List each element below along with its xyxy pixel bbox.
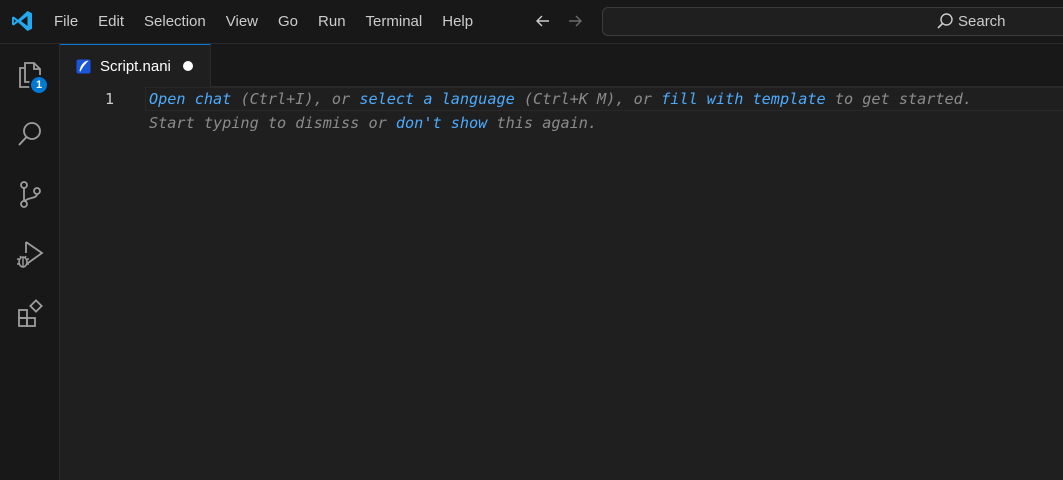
search-icon [937, 13, 953, 29]
editor-tabs-bar: Script.nani [60, 44, 1063, 87]
tab-label: Script.nani [100, 57, 171, 75]
hint-text: (Ctrl+I), or [231, 90, 360, 108]
empty-editor-hint-line1: Open chat (Ctrl+I), or select a language… [149, 90, 972, 108]
extensions-icon [18, 299, 43, 327]
select-language-link[interactable]: select a language [359, 90, 514, 108]
empty-editor-hint-line2: Start typing to dismiss or don't show th… [149, 114, 597, 132]
search-label: Search [958, 12, 1006, 30]
hint-text: Start typing to dismiss or [149, 114, 396, 132]
run-debug-icon [17, 241, 44, 268]
unsaved-dot-icon[interactable] [182, 61, 193, 71]
title-bar: File Edit Selection View Go Run Terminal… [0, 0, 1063, 44]
line-number: 1 [104, 90, 114, 108]
run-debug-button[interactable] [0, 224, 60, 284]
source-control-button[interactable] [0, 164, 60, 224]
hint-text: to get started. [825, 90, 972, 108]
dont-show-link[interactable]: don't show [396, 114, 487, 132]
menu-file[interactable]: File [44, 8, 88, 36]
explorer-button[interactable]: 1 [0, 44, 60, 104]
menu-terminal[interactable]: Terminal [356, 8, 433, 36]
vscode-logo-icon[interactable] [10, 9, 34, 33]
menu-go[interactable]: Go [268, 8, 308, 36]
menu-edit[interactable]: Edit [88, 8, 134, 36]
command-center-search[interactable]: Search [602, 7, 1063, 36]
open-chat-link[interactable]: Open chat [149, 90, 231, 108]
fill-template-link[interactable]: fill with template [661, 90, 826, 108]
menu-selection[interactable]: Selection [134, 8, 216, 36]
source-control-icon [20, 181, 41, 208]
menu-view[interactable]: View [216, 8, 268, 36]
search-content: Search [936, 12, 1006, 30]
explorer-badge: 1 [29, 75, 49, 95]
forward-arrow-icon[interactable] [565, 11, 585, 31]
activity-bar: 1 [0, 44, 60, 480]
menu-help[interactable]: Help [432, 8, 483, 36]
magnifier-icon [18, 122, 41, 146]
editor-area[interactable]: 1 Open chat (Ctrl+I), or select a langua… [60, 87, 1063, 480]
tab-script-nani[interactable]: Script.nani [60, 44, 211, 87]
menu-run[interactable]: Run [308, 8, 356, 36]
search-view-button[interactable] [0, 104, 60, 164]
extensions-button[interactable] [0, 284, 60, 344]
menu-bar: File Edit Selection View Go Run Terminal… [44, 0, 483, 44]
back-arrow-icon[interactable] [533, 11, 553, 31]
hint-text: (Ctrl+K M), or [514, 90, 662, 108]
feather-file-icon [76, 59, 91, 74]
hint-text: this again. [487, 114, 598, 132]
